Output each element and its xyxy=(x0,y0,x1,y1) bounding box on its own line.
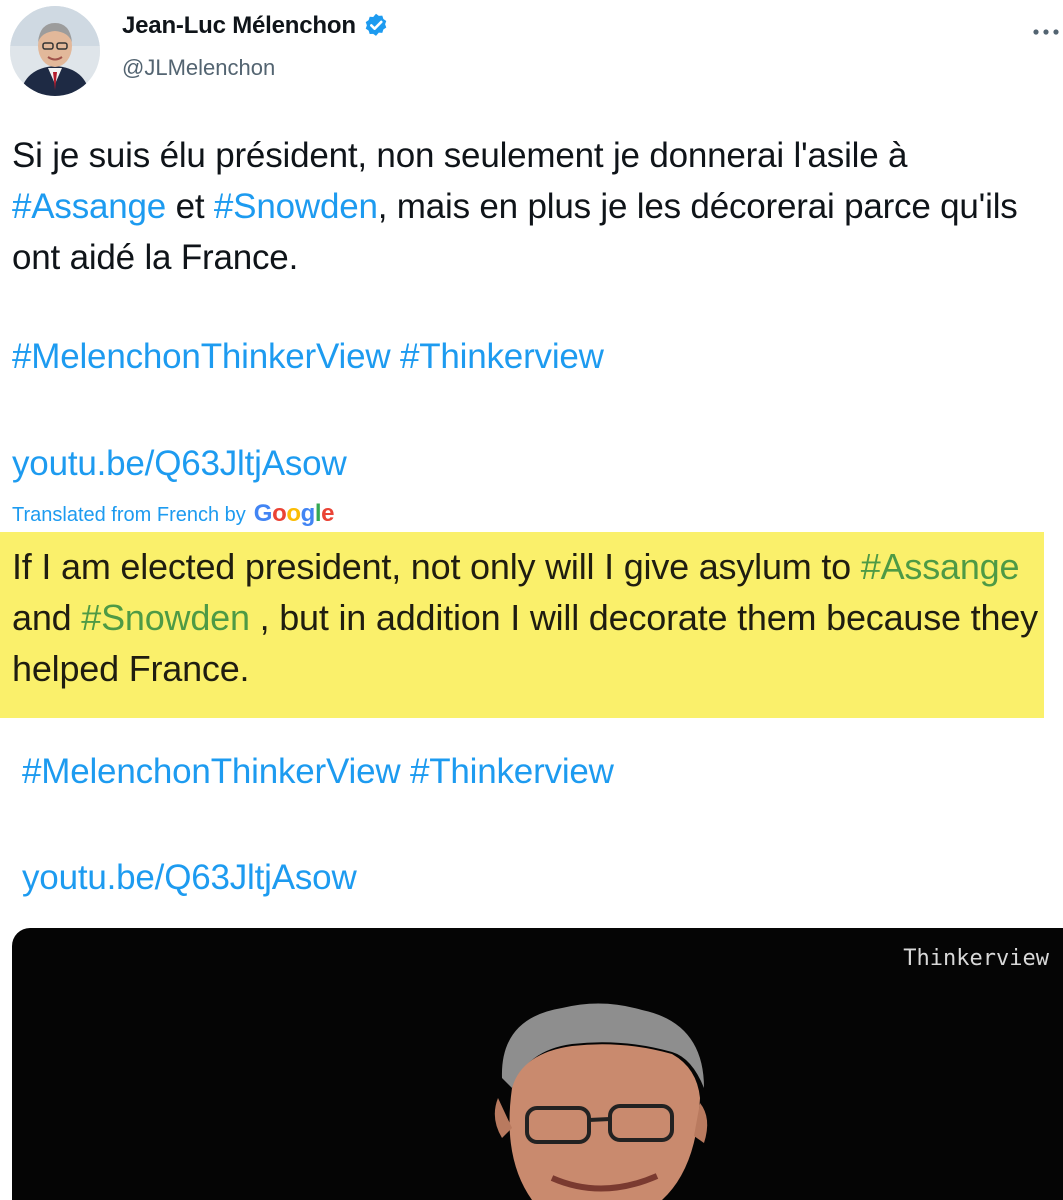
translation-attribution: Translated from French by Google xyxy=(12,500,335,528)
tweet-text-segment: et xyxy=(166,187,214,226)
hashtags-link[interactable]: #MelenchonThinkerView #Thinkerview xyxy=(12,337,604,377)
verified-badge-icon xyxy=(365,13,387,36)
author-handle[interactable]: @JLMelenchon xyxy=(122,55,275,81)
thinkerview-watermark: Thinkerview xyxy=(903,946,1049,971)
translation-segment: and xyxy=(12,597,82,638)
translation-segment: If I am elected president, not only will… xyxy=(12,546,861,587)
tweet-text-segment: Si je suis élu président, non seulement … xyxy=(12,136,908,175)
author-name[interactable]: Jean-Luc Mélenchon xyxy=(122,12,356,40)
author-name-row[interactable]: Jean-Luc Mélenchon xyxy=(122,12,390,40)
avatar[interactable] xyxy=(10,6,100,96)
tweet-text-original: Si je suis élu président, non seulement … xyxy=(12,130,1032,283)
google-logo: Google xyxy=(253,500,335,527)
hashtag-assange-link[interactable]: #Assange xyxy=(12,187,166,226)
tweet-text-translation: If I am elected president, not only will… xyxy=(12,541,1042,694)
avatar-photo xyxy=(10,6,100,96)
media-video-preview[interactable]: Thinkerview xyxy=(12,928,1063,1200)
more-options-icon[interactable] xyxy=(1030,22,1063,42)
youtube-link[interactable]: youtu.be/Q63JltjAsow xyxy=(12,444,347,484)
hashtag-snowden-link-translated[interactable]: #Snowden xyxy=(81,597,250,638)
hashtags-link-translated[interactable]: #MelenchonThinkerView #Thinkerview xyxy=(22,752,614,792)
hashtag-snowden-link[interactable]: #Snowden xyxy=(214,187,378,226)
speaker-photo xyxy=(494,1003,708,1200)
translated-label: Translated from French by xyxy=(12,504,246,526)
youtube-link-translated[interactable]: youtu.be/Q63JltjAsow xyxy=(22,858,357,898)
hashtag-assange-link-translated[interactable]: #Assange xyxy=(861,546,1020,587)
